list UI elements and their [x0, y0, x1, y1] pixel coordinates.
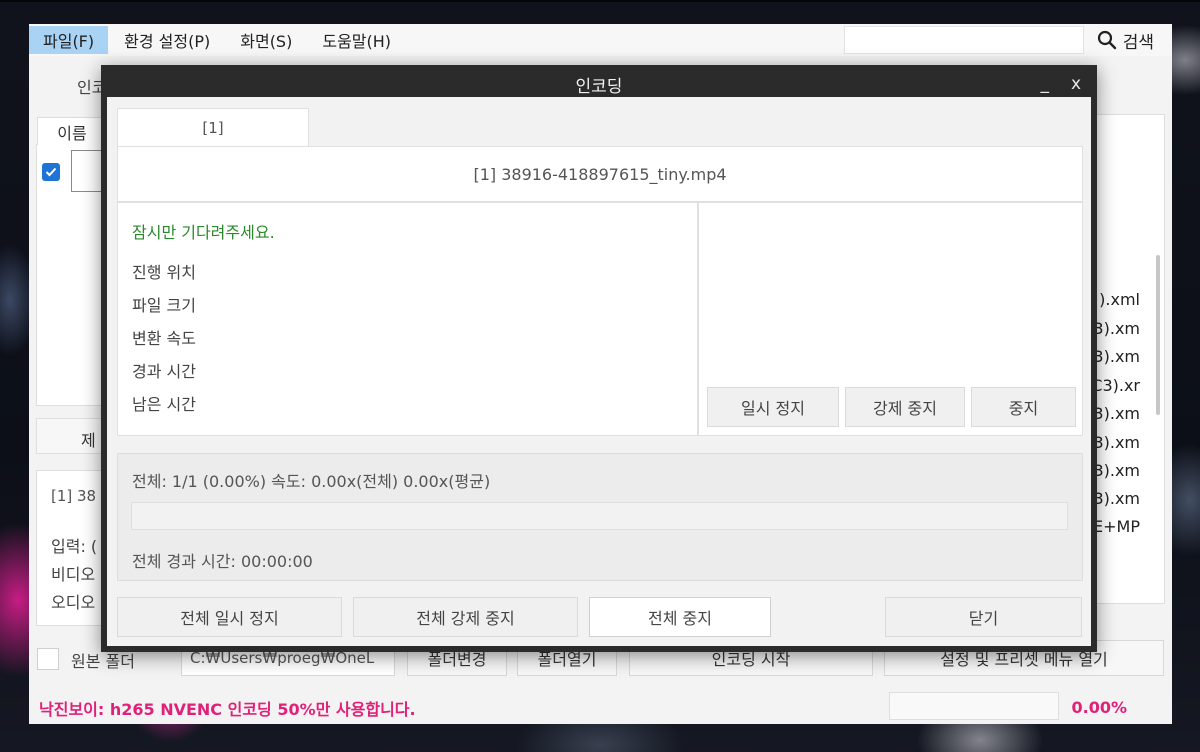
info-label-remaining: 남은 시간	[132, 395, 196, 414]
dialog-close-button[interactable]: 닫기	[885, 597, 1082, 637]
column-header-name[interactable]: 이름	[37, 117, 107, 145]
search-button-label: 검색	[1122, 32, 1154, 53]
menu-view[interactable]: 화면(S)	[226, 26, 306, 54]
minimize-button[interactable]: _	[1041, 71, 1050, 97]
preset-list-item[interactable]: C3).xr	[1091, 376, 1140, 395]
encoding-dialog: 인코딩 _ x [1] [1] 38916-418897615_tiny.mp4…	[101, 65, 1097, 652]
screen-border	[0, 0, 1200, 2]
close-icon[interactable]: x	[1071, 71, 1081, 97]
menu-preferences[interactable]: 환경 설정(P)	[110, 26, 224, 54]
dialog-titlebar[interactable]: 인코딩	[107, 71, 1091, 97]
force-stop-all-button[interactable]: 전체 강제 중지	[353, 597, 578, 637]
input-label: 입력: (	[51, 537, 98, 556]
partial-button-label: 제	[81, 431, 96, 450]
current-file-name: [1] 38916-418897615_tiny.mp4	[117, 146, 1083, 202]
info-label-speed: 변환 속도	[132, 329, 196, 348]
encoding-actions-panel: 일시 정지 강제 중지 중지	[698, 202, 1083, 436]
tab-job-1[interactable]: [1]	[117, 108, 309, 146]
overall-summary: 전체: 1/1 (0.00%) 속도: 0.00x(전체) 0.00x(평균)	[132, 472, 491, 491]
dialog-title: 인코딩	[575, 76, 623, 97]
wait-message: 잠시만 기다려주세요.	[132, 223, 275, 242]
status-percent: 0.00%	[1071, 698, 1127, 717]
status-message: 낙진보이: h265 NVENC 인코딩 50%만 사용합니다.	[39, 700, 416, 719]
file-icon	[71, 150, 105, 192]
preset-list-item[interactable]: 3).xm	[1093, 461, 1140, 480]
overall-elapsed: 전체 경과 시간: 00:00:00	[132, 552, 313, 571]
pause-all-button[interactable]: 전체 일시 정지	[117, 597, 342, 637]
search-input[interactable]	[844, 26, 1084, 54]
info-label-position: 진행 위치	[132, 263, 196, 282]
menu-file[interactable]: 파일(F)	[29, 26, 109, 54]
preset-list-scrollbar[interactable]	[1156, 255, 1160, 415]
pause-button[interactable]: 일시 정지	[707, 387, 839, 427]
preset-list-item[interactable]: 3).xm	[1093, 489, 1140, 508]
info-label-file-size: 파일 크기	[132, 296, 196, 315]
preset-list-item[interactable]: ).xml	[1099, 290, 1140, 309]
search-button[interactable]: 검색	[1097, 26, 1154, 54]
force-stop-button[interactable]: 강제 중지	[845, 387, 965, 427]
encoding-info-panel: 잠시만 기다려주세요. 진행 위치 파일 크기 변환 속도 경과 시간 남은 시…	[117, 202, 698, 436]
info-label-elapsed: 경과 시간	[132, 362, 196, 381]
source-folder-checkbox[interactable]	[37, 648, 59, 670]
file-info-header: [1] 38	[51, 487, 97, 505]
video-label: 비디오	[51, 565, 96, 584]
preset-list-item[interactable]: E+MP	[1093, 517, 1140, 536]
file-checkbox[interactable]	[42, 163, 60, 181]
preset-list-item[interactable]: 3).xm	[1093, 433, 1140, 452]
status-progress-box	[889, 692, 1059, 720]
checkmark-icon	[45, 167, 57, 177]
overall-progress-bar	[131, 502, 1068, 530]
stop-button[interactable]: 중지	[971, 387, 1076, 427]
search-icon	[1097, 30, 1117, 50]
stop-all-button[interactable]: 전체 중지	[589, 597, 771, 637]
audio-label: 오디오	[51, 593, 96, 612]
overall-progress-panel: 전체: 1/1 (0.00%) 속도: 0.00x(전체) 0.00x(평균) …	[117, 453, 1083, 581]
menu-help[interactable]: 도움말(H)	[308, 26, 405, 54]
